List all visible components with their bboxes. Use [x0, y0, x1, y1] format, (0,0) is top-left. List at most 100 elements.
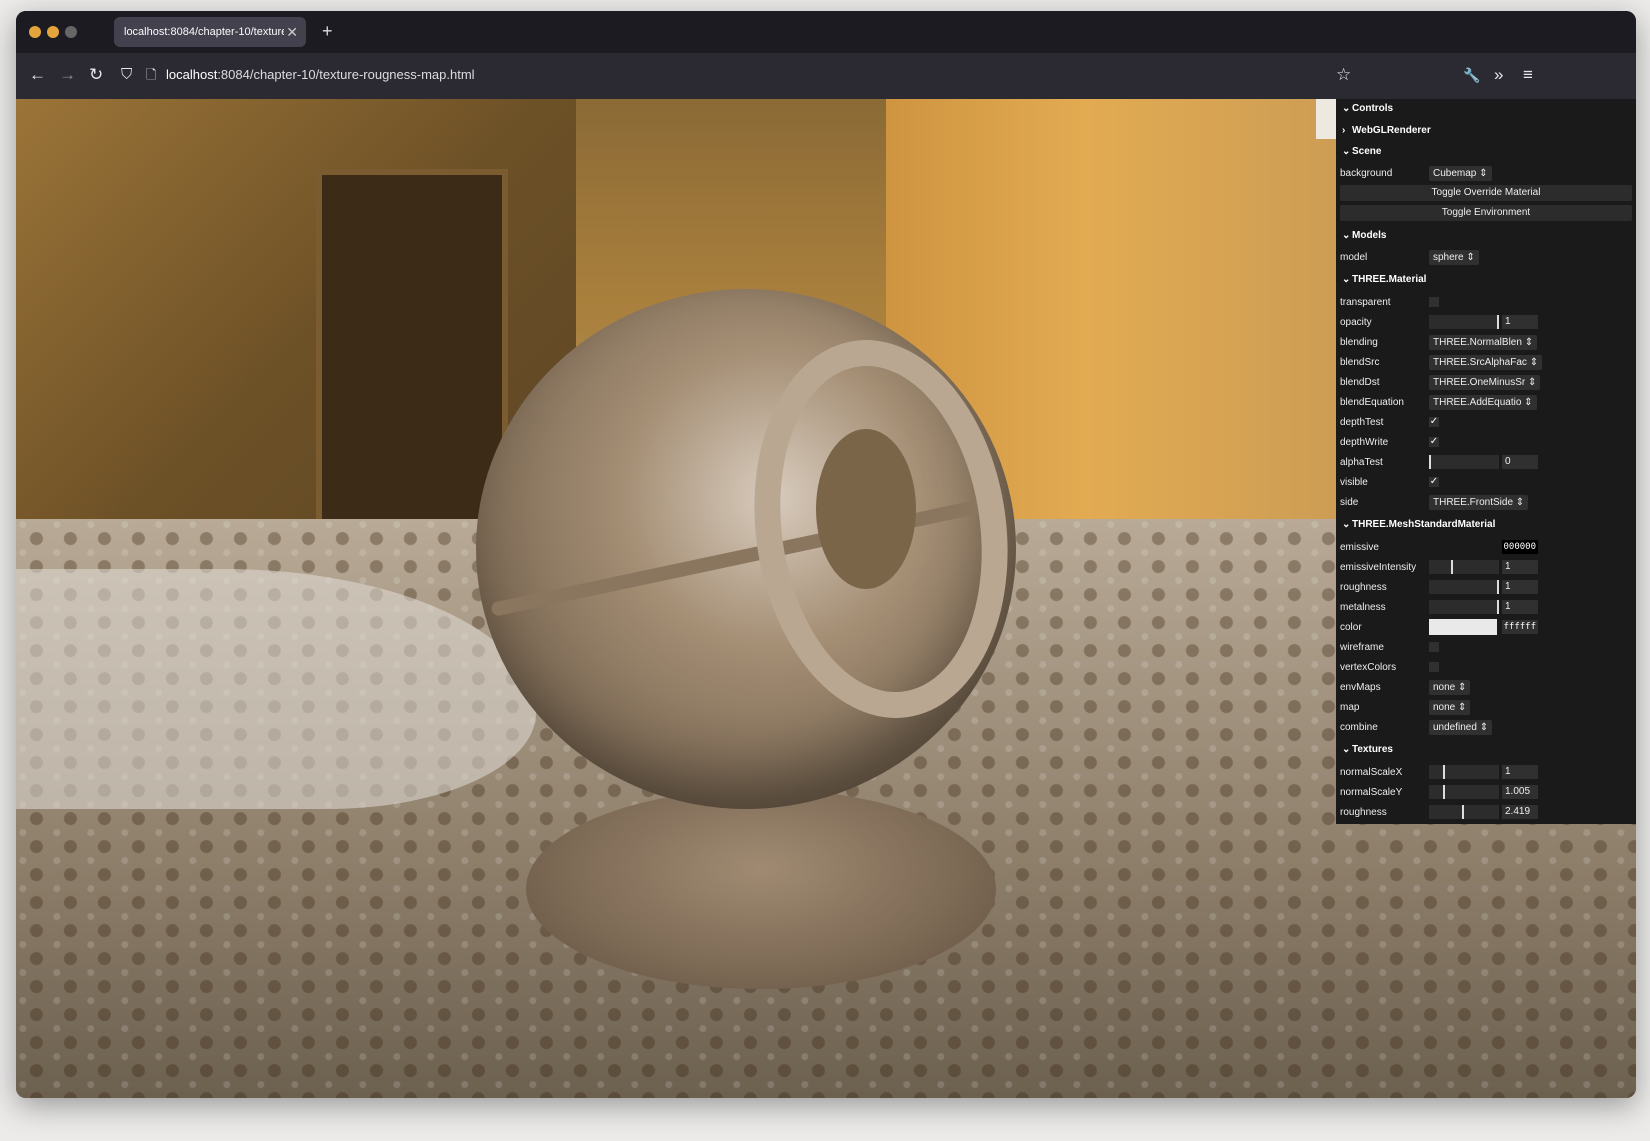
model-ring-center: [816, 429, 916, 589]
label-blenddst: blendDst: [1340, 377, 1380, 388]
wireframe-checkbox[interactable]: [1429, 642, 1439, 652]
url-bar[interactable]: localhost:8084/chapter-10/texture-rougne…: [166, 65, 475, 85]
label-color: color: [1340, 622, 1362, 633]
depthtest-checkbox[interactable]: ✓: [1429, 417, 1439, 427]
folder-models[interactable]: ⌄ Models: [1342, 230, 1386, 241]
texture-roughness-slider[interactable]: [1429, 805, 1499, 819]
model-select[interactable]: sphere ⇕: [1429, 250, 1479, 265]
toggle-environment-button[interactable]: Toggle Environment: [1340, 205, 1632, 221]
label-depthtest: depthTest: [1340, 417, 1384, 428]
label-background: background: [1340, 168, 1393, 179]
label-normalscaley: normalScaleY: [1340, 787, 1403, 798]
label-map: map: [1340, 702, 1360, 713]
envmaps-select[interactable]: none ⇕: [1429, 680, 1471, 695]
chevron-down-icon: ⌄: [1342, 103, 1351, 114]
normalscaley-value[interactable]: 1.005: [1502, 785, 1538, 799]
label-emissive: emissive: [1340, 542, 1379, 553]
normalscalex-slider[interactable]: [1429, 765, 1499, 779]
chevron-down-icon: ⌄: [1342, 146, 1351, 157]
label-blendequation: blendEquation: [1340, 397, 1404, 408]
browser-window: localhost:8084/chapter-10/texture-rougne…: [16, 11, 1636, 1098]
combine-select[interactable]: undefined ⇕: [1429, 720, 1493, 735]
label-normalscalex: normalScaleX: [1340, 767, 1403, 778]
controls-panel: ⌄ Controls › WebGLRenderer ⌄ Scene backgrou…: [1336, 99, 1636, 824]
tab-title: localhost:8084/chapter-10/texture-rougne…: [124, 26, 284, 38]
folder-meshstandardmaterial[interactable]: ⌄ THREE.MeshStandardMaterial: [1342, 519, 1495, 530]
depthwrite-checkbox[interactable]: ✓: [1429, 437, 1439, 447]
roughness-value[interactable]: 1: [1502, 580, 1538, 594]
emissiveintensity-value[interactable]: 1: [1502, 560, 1538, 574]
roughness-slider[interactable]: [1429, 580, 1499, 594]
opacity-slider[interactable]: [1429, 315, 1499, 329]
folder-scene[interactable]: ⌄ Scene: [1342, 146, 1381, 157]
label-metalness: metalness: [1340, 602, 1386, 613]
wrench-icon[interactable]: 🔧: [1463, 65, 1480, 85]
back-icon[interactable]: ←: [29, 65, 46, 85]
scene-door: [316, 169, 508, 531]
color-swatch[interactable]: [1429, 619, 1497, 635]
chevron-down-icon: ⌄: [1342, 230, 1351, 241]
webgl-canvas[interactable]: ⌄ Controls › WebGLRenderer ⌄ Scene backgrou…: [16, 99, 1636, 1098]
folder-three-material[interactable]: ⌄ THREE.Material: [1342, 274, 1426, 285]
window-minimize-button[interactable]: [47, 26, 59, 38]
close-tab-icon[interactable]: ✕: [286, 24, 298, 41]
label-combine: combine: [1340, 722, 1378, 733]
label-emissiveintensity: emissiveIntensity: [1340, 562, 1417, 573]
label-envmaps: envMaps: [1340, 682, 1381, 693]
label-blending: blending: [1340, 337, 1378, 348]
vertexcolors-checkbox[interactable]: [1429, 662, 1439, 672]
bookmark-star-icon[interactable]: ☆: [1336, 65, 1351, 85]
overflow-icon[interactable]: »: [1494, 65, 1503, 85]
reload-icon[interactable]: ↻: [89, 65, 103, 85]
metalness-value[interactable]: 1: [1502, 600, 1538, 614]
blendsrc-select[interactable]: THREE.SrcAlphaFac ⇕: [1429, 355, 1543, 370]
label-texture-roughness: roughness: [1340, 807, 1387, 818]
visible-checkbox[interactable]: ✓: [1429, 477, 1439, 487]
folder-webglrenderer[interactable]: › WebGLRenderer: [1342, 125, 1431, 136]
label-alphatest: alphaTest: [1340, 457, 1383, 468]
opacity-value[interactable]: 1: [1502, 315, 1538, 329]
transparent-checkbox[interactable]: [1429, 297, 1439, 307]
alphatest-value[interactable]: 0: [1502, 455, 1538, 469]
label-transparent: transparent: [1340, 297, 1391, 308]
window-maximize-button[interactable]: [65, 26, 77, 38]
chevron-down-icon: ⌄: [1342, 274, 1351, 285]
url-host: localhost: [166, 67, 218, 82]
navigation-bar: ← → ↻ ⛉ 🗋 localhost:8084/chapter-10/text…: [16, 53, 1636, 99]
label-wireframe: wireframe: [1340, 642, 1384, 653]
label-roughness: roughness: [1340, 582, 1387, 593]
label-opacity: opacity: [1340, 317, 1372, 328]
metalness-slider[interactable]: [1429, 600, 1499, 614]
active-tab[interactable]: localhost:8084/chapter-10/texture-rougne…: [114, 17, 306, 47]
folder-controls[interactable]: ⌄ Controls: [1342, 103, 1393, 114]
emissive-color-value[interactable]: 000000: [1502, 540, 1538, 554]
texture-roughness-value[interactable]: 2.419: [1502, 805, 1538, 819]
url-path: :8084/chapter-10/texture-rougness-map.ht…: [217, 67, 475, 82]
color-value[interactable]: ffffff: [1502, 620, 1538, 634]
folder-textures[interactable]: ⌄ Textures: [1342, 744, 1393, 755]
blendequation-select[interactable]: THREE.AddEquatio ⇕: [1429, 395, 1537, 410]
label-vertexcolors: vertexColors: [1340, 662, 1397, 673]
window-close-button[interactable]: [29, 26, 41, 38]
chevron-down-icon: ⌄: [1342, 519, 1351, 530]
label-visible: visible: [1340, 477, 1368, 488]
chevron-down-icon: ⌄: [1342, 744, 1351, 755]
chevron-right-icon: ›: [1342, 125, 1346, 136]
menu-icon[interactable]: ≡: [1523, 65, 1533, 85]
blenddst-select[interactable]: THREE.OneMinusSr ⇕: [1429, 375, 1541, 390]
side-select[interactable]: THREE.FrontSide ⇕: [1429, 495, 1529, 510]
emissiveintensity-slider[interactable]: [1429, 560, 1499, 574]
background-select[interactable]: Cubemap ⇕: [1429, 166, 1492, 181]
blending-select[interactable]: THREE.NormalBlen ⇕: [1429, 335, 1538, 350]
map-select[interactable]: none ⇕: [1429, 700, 1471, 715]
alphatest-slider[interactable]: [1429, 455, 1499, 469]
new-tab-icon[interactable]: +: [322, 21, 333, 42]
label-side: side: [1340, 497, 1359, 508]
shield-icon[interactable]: ⛉: [121, 65, 132, 85]
normalscalex-value[interactable]: 1: [1502, 765, 1538, 779]
normalscaley-slider[interactable]: [1429, 785, 1499, 799]
toggle-override-material-button[interactable]: Toggle Override Material: [1340, 185, 1632, 201]
label-model: model: [1340, 252, 1368, 263]
tab-bar: localhost:8084/chapter-10/texture-rougne…: [16, 11, 1636, 53]
forward-icon[interactable]: →: [59, 65, 76, 85]
